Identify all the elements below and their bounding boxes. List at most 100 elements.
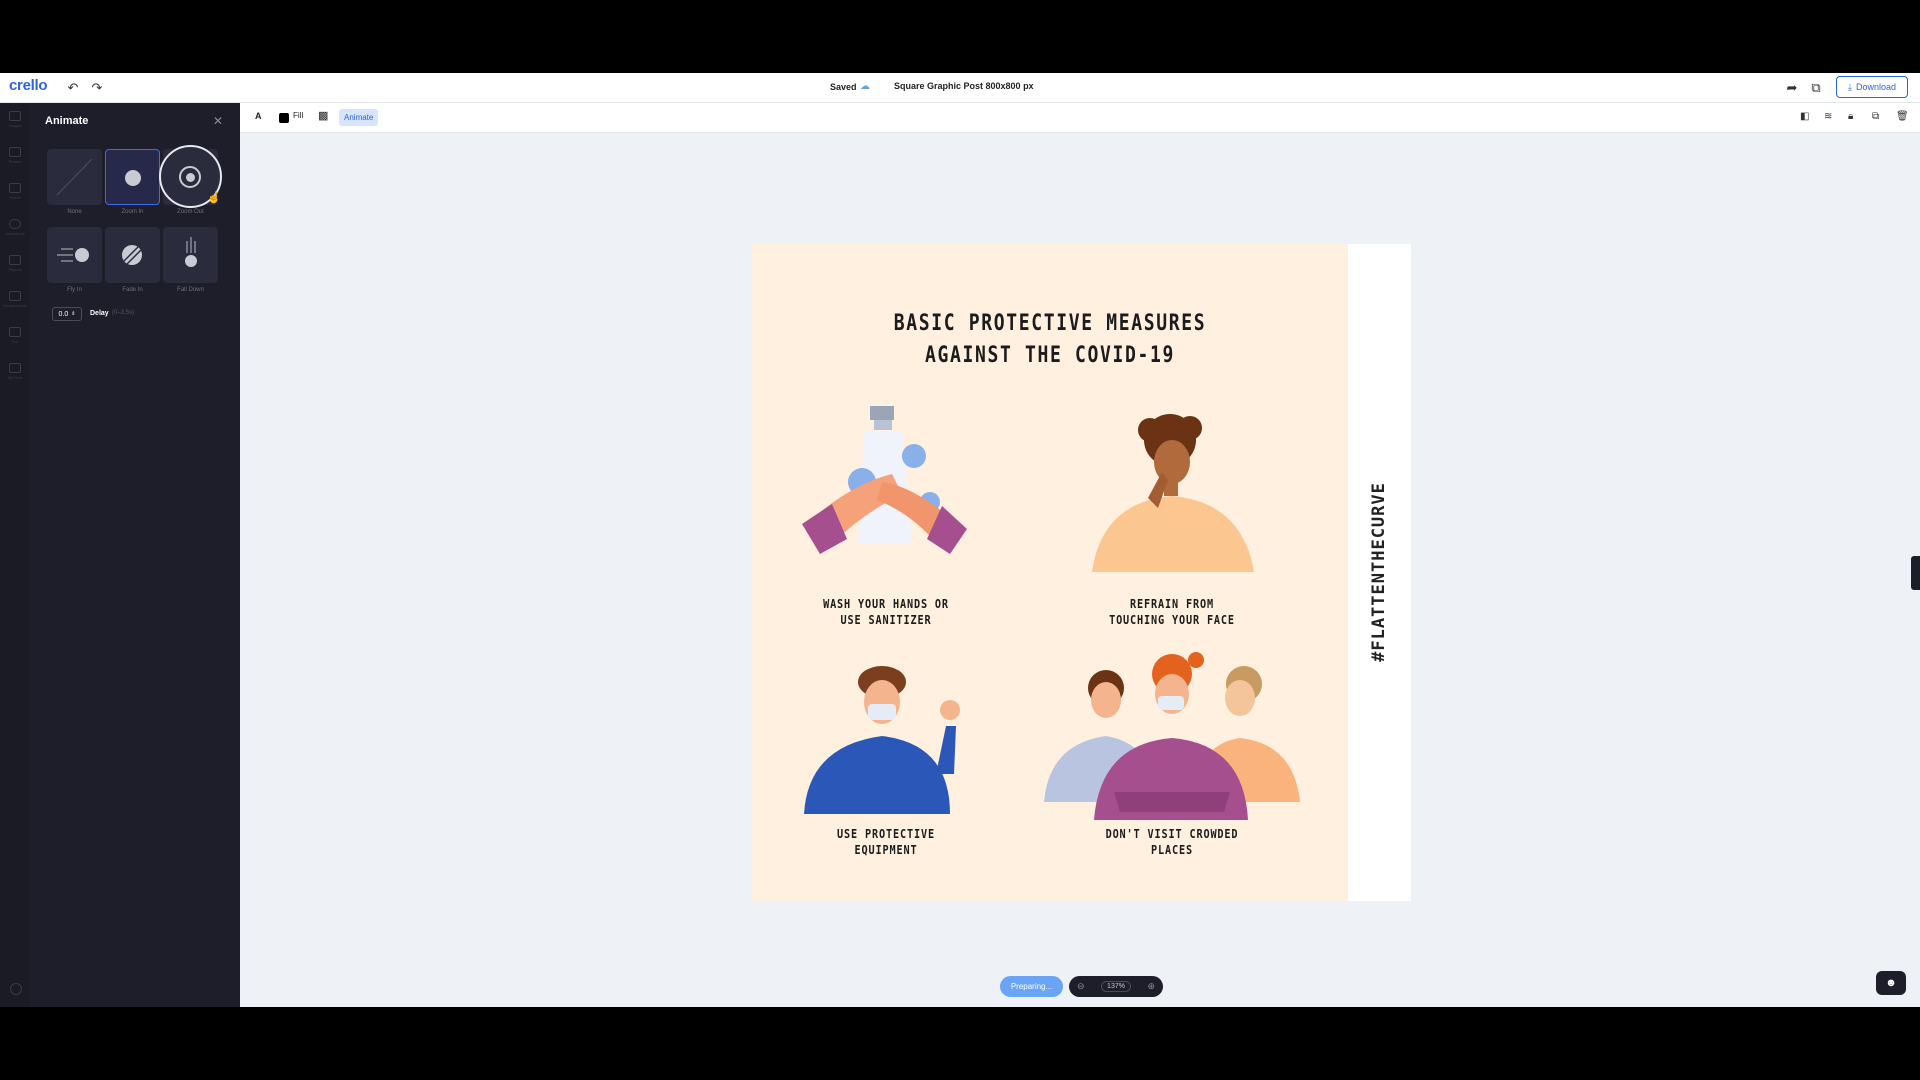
title-line: BASIC PROTECTIVE MEASURES [893, 311, 1207, 336]
fly-in-icon [57, 248, 89, 262]
caption-line: DON'T VISIT CROWDED [1105, 827, 1239, 841]
caption-wash-hands[interactable]: WASH YOUR HANDS OR USE SANITIZER [793, 596, 980, 628]
title-line: AGAINST THE COVID-19 [924, 343, 1176, 368]
animate-panel: Animate ✕ None Zoom In ☝ Zoom Out Fly In… [30, 103, 240, 1007]
caption-line: WASH YOUR HANDS OR [823, 597, 949, 611]
rail-item-objects[interactable]: Objects [4, 255, 26, 279]
anim-label: Zoom In [121, 209, 144, 215]
cloud-icon: ☁ [860, 81, 870, 92]
saved-status: Saved [830, 82, 857, 92]
fall-down-icon [185, 237, 197, 267]
poster[interactable]: BASIC PROTECTIVE MEASURES AGAINST THE CO… [752, 244, 1348, 901]
handwashing-illustration[interactable] [802, 404, 972, 554]
anim-fall-down[interactable] [163, 227, 218, 283]
caption-touching-face[interactable]: REFRAIN FROM TOUCHING YOUR FACE [1079, 596, 1266, 628]
feedback-tab[interactable] [1911, 556, 1920, 590]
delay-value: 0.0 [58, 310, 69, 318]
caption-line: REFRAIN FROM [1130, 597, 1214, 611]
anim-fade-in[interactable] [105, 227, 160, 283]
text-tool[interactable]: A [255, 111, 262, 121]
rail-label: Videos [8, 195, 22, 200]
lock-icon[interactable]: 🔒︎ [1848, 111, 1853, 122]
animations-icon [9, 219, 21, 229]
cursor-icon: ☝ [207, 192, 221, 204]
fill-label[interactable]: Fill [293, 111, 303, 120]
app-window: crello ↶ ↷ Saved ☁ Square Graphic Post 8… [0, 73, 1920, 1007]
caption-protective-equipment[interactable]: USE PROTECTIVE EQUIPMENT [793, 826, 980, 858]
delay-hint: (0–3.5s) [112, 310, 135, 316]
delay-input[interactable]: 0.0 ⇕ [52, 307, 82, 321]
left-rail: Images Photos Videos Animations Objects … [0, 103, 30, 1007]
layers-icon[interactable]: ≋ [1824, 111, 1832, 122]
anim-label: Fly In [67, 287, 82, 293]
hashtag-text[interactable]: #FLATTENTHECURVE [1369, 482, 1389, 662]
my-files-icon [9, 363, 21, 373]
zoom-out-icon[interactable]: ⊖ [1077, 981, 1085, 992]
rail-item-animations[interactable]: Animations [4, 219, 26, 243]
zoom-in-icon [125, 170, 141, 186]
panel-title: Animate [45, 115, 89, 127]
anim-zoom-out[interactable]: ☝ [159, 145, 222, 208]
none-icon [56, 158, 93, 196]
rail-item-videos[interactable]: Videos [4, 183, 26, 207]
resize-icon[interactable]: ⧉ [1807, 79, 1825, 97]
rail-label: My Files [7, 375, 23, 380]
caption-line: TOUCHING YOUR FACE [1109, 613, 1235, 627]
caption-line: USE SANITIZER [840, 613, 932, 627]
text-icon [9, 327, 21, 337]
document-title[interactable]: Square Graphic Post 800x800 px [894, 81, 1034, 91]
rail-item-images[interactable]: Images [4, 111, 26, 135]
images-icon [9, 111, 21, 121]
share-icon[interactable]: ➦ [1783, 79, 1801, 97]
rail-label: Objects [8, 267, 22, 272]
rail-item-photos[interactable]: Photos [4, 147, 26, 171]
redo-icon[interactable]: ↷ [88, 79, 106, 97]
anim-label: Fade In [122, 287, 143, 293]
duplicate-icon[interactable]: ⧉ [1872, 111, 1879, 122]
help-icon[interactable] [10, 983, 22, 995]
download-label: Download [1855, 82, 1896, 92]
crowded-places-illustration[interactable] [1044, 652, 1304, 827]
fill-color-swatch[interactable] [279, 113, 289, 123]
close-icon[interactable]: ✕ [213, 114, 223, 128]
download-button[interactable]: ⤓ Download [1836, 76, 1908, 98]
zoom-in-icon[interactable]: ⊕ [1147, 981, 1155, 992]
caption-line: USE PROTECTIVE [837, 827, 935, 841]
rail-label: Images [8, 123, 22, 128]
rail-label: Backgrounds [3, 303, 27, 308]
anim-none[interactable] [47, 149, 102, 205]
backgrounds-icon [9, 291, 21, 301]
animate-button[interactable]: Animate [339, 109, 379, 126]
artboard[interactable]: BASIC PROTECTIVE MEASURES AGAINST THE CO… [752, 244, 1411, 901]
crello-logo[interactable]: crello [9, 77, 48, 94]
poster-title[interactable]: BASIC PROTECTIVE MEASURES AGAINST THE CO… [806, 308, 1295, 372]
position-icon[interactable]: ◧ [1800, 111, 1809, 122]
context-toolbar: A Fill ▩ Animate ◧ ≋ 🔒︎ ⧉ 🗑︎ [240, 103, 1920, 133]
delete-icon[interactable]: 🗑︎ [1896, 111, 1909, 122]
touching-face-illustration[interactable] [1082, 412, 1262, 572]
stepper-icon[interactable]: ⇕ [71, 311, 75, 317]
protective-equipment-illustration[interactable] [800, 664, 980, 814]
caption-line: EQUIPMENT [854, 843, 918, 857]
anim-fly-in[interactable] [47, 227, 102, 283]
rail-item-my-files[interactable]: My Files [4, 363, 26, 387]
anim-zoom-in[interactable] [105, 149, 160, 205]
rail-item-text[interactable]: Text [4, 327, 26, 351]
zoom-control: ⊖ 137% ⊕ [1069, 976, 1163, 997]
caption-line: PLACES [1151, 843, 1193, 857]
zoom-value[interactable]: 137% [1101, 981, 1131, 992]
anim-label: Zoom Out [177, 209, 204, 215]
rail-label: Animations [5, 231, 25, 236]
top-bar: crello ↶ ↷ Saved ☁ Square Graphic Post 8… [0, 73, 1920, 103]
rail-item-backgrounds[interactable]: Backgrounds [3, 291, 27, 315]
chat-icon[interactable]: ☻ [1876, 971, 1906, 995]
preparing-button[interactable]: Preparing... [1000, 976, 1063, 997]
transparency-icon[interactable]: ▩ [318, 109, 328, 122]
undo-icon[interactable]: ↶ [64, 79, 82, 97]
zoom-out-dot [186, 173, 195, 182]
delay-label: Delay [90, 310, 109, 317]
download-icon: ⤓ [1847, 81, 1852, 92]
objects-icon [9, 255, 21, 265]
caption-crowded-places[interactable]: DON'T VISIT CROWDED PLACES [1079, 826, 1266, 858]
rail-label: Text [11, 339, 19, 344]
